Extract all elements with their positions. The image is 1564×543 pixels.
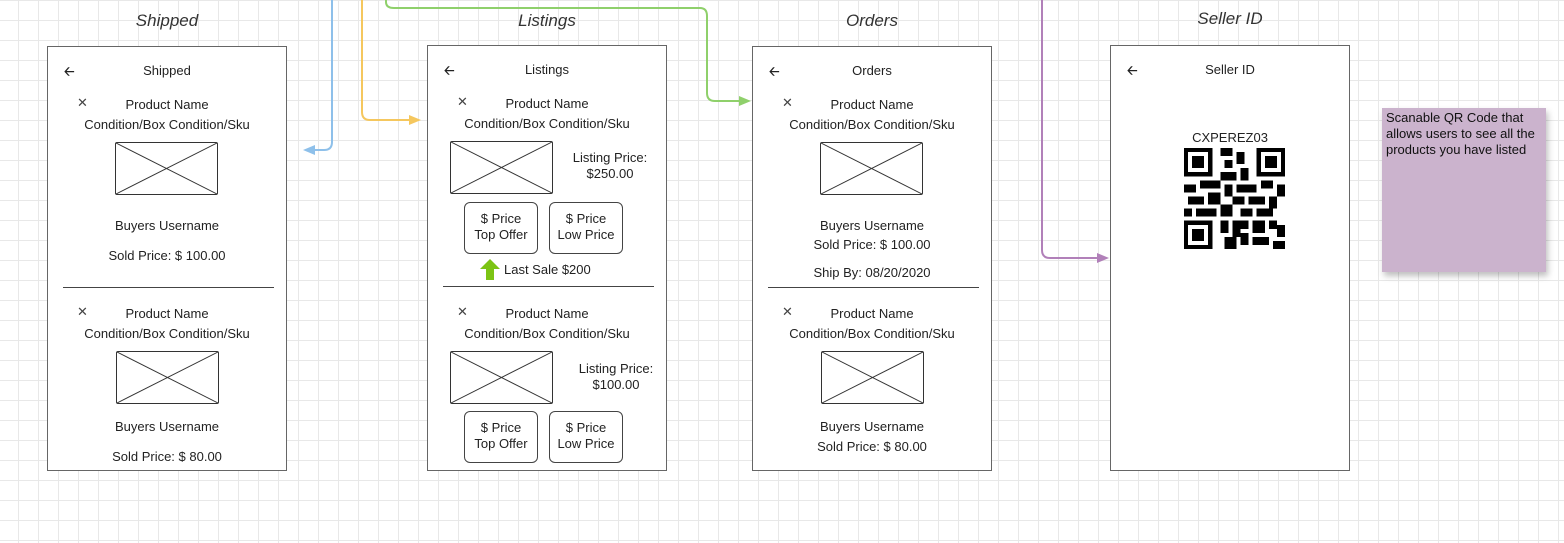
item-divider — [63, 287, 274, 288]
ship-by-date: Ship By: 08/20/2020 — [813, 265, 931, 280]
connector-yellow — [361, 0, 412, 121]
image-placeholder-icon — [450, 141, 553, 194]
page-title: Listings — [524, 62, 570, 77]
product-condition: Condition/Box Condition/Sku — [84, 326, 250, 341]
buyer-username: Buyers Username — [114, 218, 220, 233]
seller-id-screen: 🡠 Seller ID CXPEREZ03 — [1110, 45, 1350, 471]
arrowhead-yellow — [409, 115, 421, 125]
product-name: Product Name — [125, 97, 209, 112]
page-title: Shipped — [143, 63, 191, 78]
heading-listings: Listings — [518, 11, 576, 30]
sticky-note: Scanable QR Code that allows users to se… — [1382, 108, 1546, 272]
connector-purple — [1041, 0, 1100, 259]
image-placeholder-icon — [116, 351, 219, 404]
page-title: Seller ID — [1205, 62, 1255, 77]
listing-price-label: Listing Price: — [572, 150, 648, 165]
heading-orders: Orders — [846, 11, 898, 30]
low-price-button[interactable]: $ Price Low Price — [549, 411, 623, 463]
item-divider — [768, 287, 979, 288]
connector-blue — [308, 0, 333, 151]
product-name: Product Name — [505, 96, 589, 111]
listing-price-value: $100.00 — [592, 377, 640, 392]
heading-seller-id: Seller ID — [1197, 9, 1263, 28]
product-name: Product Name — [830, 306, 914, 321]
listings-screen: 🡠 Listings ✕ Product Name Condition/Box … — [427, 45, 667, 471]
listing-price-value: $250.00 — [586, 166, 634, 181]
image-placeholder-icon — [821, 351, 924, 404]
buyer-username: Buyers Username — [114, 419, 220, 434]
arrowhead-purple — [1097, 253, 1109, 263]
listing-price: Listing Price: $250.00 — [564, 150, 656, 182]
product-name: Product Name — [830, 97, 914, 112]
sold-price: Sold Price: $ 80.00 — [112, 449, 222, 464]
listing-price-label: Listing Price: — [578, 361, 654, 376]
arrowhead-blue — [303, 145, 315, 155]
product-condition: Condition/Box Condition/Sku — [464, 326, 630, 341]
top-offer-button[interactable]: $ Price Top Offer — [464, 202, 538, 254]
image-placeholder-icon — [115, 142, 218, 195]
image-placeholder-icon — [450, 351, 553, 404]
buyer-username: Buyers Username — [819, 419, 925, 434]
buyer-username: Buyers Username — [819, 218, 925, 233]
arrow-up-icon — [480, 259, 500, 280]
last-sale: Last Sale $200 — [504, 262, 591, 277]
shipped-screen: 🡠 Shipped ✕ Product Name Condition/Box C… — [47, 46, 287, 471]
product-name: Product Name — [505, 306, 589, 321]
heading-shipped: Shipped — [135, 11, 199, 30]
qr-code-icon[interactable] — [1184, 148, 1285, 249]
product-condition: Condition/Box Condition/Sku — [789, 326, 955, 341]
sold-price: Sold Price: $ 100.00 — [108, 248, 226, 263]
arrowhead-green — [739, 96, 751, 106]
low-price-button[interactable]: $ Price Low Price — [549, 202, 623, 254]
product-name: Product Name — [125, 306, 209, 321]
image-placeholder-icon — [820, 142, 923, 195]
product-condition: Condition/Box Condition/Sku — [789, 117, 955, 132]
product-condition: Condition/Box Condition/Sku — [84, 117, 250, 132]
top-offer-button[interactable]: $ Price Top Offer — [464, 411, 538, 463]
orders-screen: 🡠 Orders ✕ Product Name Condition/Box Co… — [752, 46, 992, 471]
item-divider — [443, 286, 654, 287]
sold-price: Sold Price: $ 100.00 — [813, 237, 931, 252]
listing-price: Listing Price: $100.00 — [570, 361, 662, 393]
seller-id-code: CXPEREZ03 — [1192, 130, 1268, 145]
sold-price: Sold Price: $ 80.00 — [817, 439, 927, 454]
product-condition: Condition/Box Condition/Sku — [464, 116, 630, 131]
page-title: Orders — [852, 63, 892, 78]
